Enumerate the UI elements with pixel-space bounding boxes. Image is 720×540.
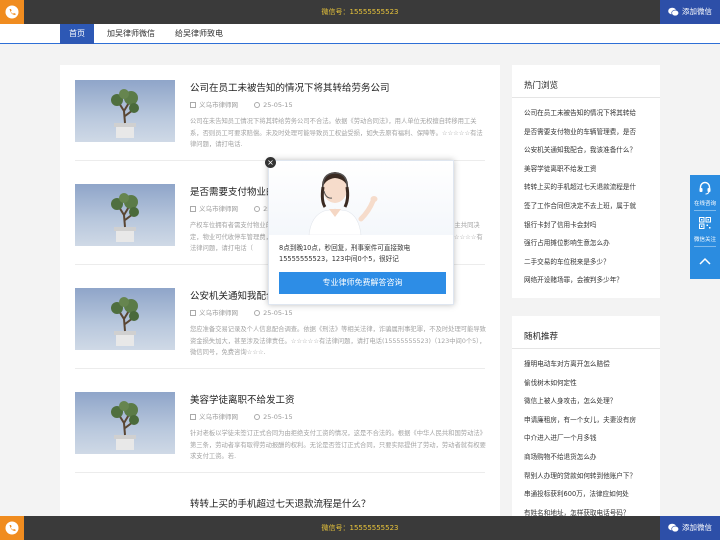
article-meta: 义乌市律师网 25-05-15: [190, 411, 307, 421]
article-meta: 义乌市律师网 25-05-15: [190, 307, 307, 317]
add-wechat-button[interactable]: 添加微信: [660, 516, 720, 540]
list-item[interactable]: 网络开设赌场罪，会被判多少年？: [524, 271, 648, 290]
clock-icon: [254, 206, 261, 212]
article-thumbnail[interactable]: [75, 392, 175, 454]
divider: [512, 97, 660, 98]
article-thumbnail[interactable]: [75, 80, 175, 142]
folder-icon: [190, 414, 196, 420]
list-item[interactable]: 公司在员工未被告知的情况下将其转给: [524, 104, 648, 123]
free-consult-button[interactable]: 专业律师免费解答咨询: [279, 272, 446, 294]
list-item[interactable]: 银行卡封了信用卡会封吗: [524, 216, 648, 235]
list-item[interactable]: 帮别人办理的贷款如何转到他账户下？: [524, 467, 648, 486]
wechat-follow-button[interactable]: 微信关注: [690, 211, 720, 245]
nav-item-add-wechat[interactable]: 加吴律师微信: [100, 24, 162, 44]
wechat-number-text: 微信号：15555555523: [321, 8, 399, 16]
list-item[interactable]: 商场购物不给退货怎么办: [524, 448, 648, 467]
list-item[interactable]: 签了工作合同但决定不去上班，属于就: [524, 197, 648, 216]
article-source[interactable]: 义乌市律师网: [199, 309, 238, 317]
wechat-number-text: 微信号：15555555523: [321, 524, 399, 532]
sidebar-hot: 热门浏览 公司在员工未被告知的情况下将其转给 是否需要支付物业的车辆管理费，是否…: [512, 65, 660, 298]
nav-item-home[interactable]: 首页: [60, 24, 94, 44]
folder-icon: [190, 102, 196, 108]
floating-toolbar: 在线咨询 微信关注: [690, 175, 720, 279]
close-icon[interactable]: ×: [265, 157, 276, 168]
article-title[interactable]: 公司在员工未被告知的情况下将其转给劳务公司: [190, 80, 390, 94]
qr-code-icon: [699, 217, 711, 229]
customer-service-agent-icon: [308, 172, 378, 235]
main-nav: 首页 加吴律师微信 给吴律师致电: [0, 24, 720, 44]
wechat-icon: [668, 7, 679, 17]
sidebar-random: 随机推荐 撞明电动车对方离开怎么赔偿 偷伐树木如何定性 微信上被人身攻击，怎么处…: [512, 316, 660, 517]
clock-icon: [254, 414, 261, 420]
article-source[interactable]: 义乌市律师网: [199, 205, 238, 213]
article-excerpt: 公司在未告知员工情况下将其转给劳务公司不合法。依据《劳动合同法》，用人单位无权擅…: [190, 118, 483, 148]
bottom-bar: 微信号：15555555523 添加微信: [0, 516, 720, 540]
list-item[interactable]: 申请廉租房，有一个女儿，夫妻没有房: [524, 411, 648, 430]
article-source[interactable]: 义乌市律师网: [199, 413, 238, 421]
add-wechat-label: 添加微信: [682, 523, 712, 532]
article-thumbnail[interactable]: [75, 288, 175, 350]
list-item[interactable]: 公司在员工未被告知的情况下将其转给劳务公司 义乌市律师网 25-05-15 公司…: [75, 65, 485, 161]
article-date: 25-05-15: [263, 309, 293, 317]
list-item[interactable]: 公安机关通知我配合，我该准备什么？: [524, 141, 648, 160]
wechat-follow-label: 微信关注: [693, 237, 716, 243]
popup-message: 8点到晚10点，秒回复，刑事案件可直接致电15555555523，123中间0个…: [279, 244, 411, 263]
add-wechat-label: 添加微信: [682, 7, 712, 16]
bonsai-image-icon: [111, 401, 139, 450]
article-date: 25-05-15: [263, 101, 293, 109]
chevron-up-icon: [699, 257, 711, 265]
article-excerpt: 您应准备交易记录及个人信息配合调查。依据《刑法》等相关法律，诈骗属刑事犯罪，不及…: [190, 326, 486, 356]
article-date: 25-05-15: [263, 413, 293, 421]
list-item[interactable]: 转转上买的手机超过七天退款流程是什: [524, 178, 648, 197]
article-excerpt: 针对老板以学徒未签订正式合同为由拒绝支付工资的情况，这是不合法的。根据《中华人民…: [190, 430, 486, 460]
bonsai-image-icon: [111, 89, 139, 138]
sidebar-random-title: 随机推荐: [524, 332, 559, 342]
headset-icon: [699, 181, 711, 195]
online-consult-label: 在线咨询: [693, 201, 716, 207]
list-item[interactable]: 强行占用摊位影响生意怎么办: [524, 234, 648, 253]
online-consult-button[interactable]: 在线咨询: [690, 175, 720, 209]
customer-service-image: [269, 161, 453, 235]
list-item[interactable]: 是否需要支付物业的车辆管理费，是否: [524, 123, 648, 142]
list-item[interactable]: 二手交易的车位税来是多少？: [524, 253, 648, 272]
article-thumbnail[interactable]: [75, 184, 175, 246]
article-title[interactable]: 美容学徒离职不给发工资: [190, 392, 295, 406]
top-bar: 微信号：15555555523 添加微信: [0, 0, 720, 24]
list-item[interactable]: 撞明电动车对方离开怎么赔偿: [524, 355, 648, 374]
back-to-top-button[interactable]: [690, 247, 720, 279]
article-title[interactable]: 转转上买的手机超过七天退款流程是什么？: [190, 496, 371, 510]
list-item[interactable]: 串通投标获利600万，法律应如何处: [524, 485, 648, 504]
list-item[interactable]: 中介进入进厂一个月多钱: [524, 429, 648, 448]
bonsai-image-icon: [111, 297, 139, 346]
article-source[interactable]: 义乌市律师网: [199, 101, 238, 109]
list-item[interactable]: 偷伐树木如何定性: [524, 374, 648, 393]
folder-icon: [190, 310, 196, 316]
wechat-icon: [668, 523, 679, 533]
folder-icon: [190, 206, 196, 212]
list-item[interactable]: 美容学徒离职不给发工资: [524, 160, 648, 179]
clock-icon: [254, 310, 261, 316]
bonsai-image-icon: [111, 193, 139, 242]
list-item[interactable]: 微信上被人身攻击，怎么处理？: [524, 392, 648, 411]
list-item[interactable]: 美容学徒离职不给发工资 义乌市律师网 25-05-15 针对老板以学徒未签订正式…: [75, 377, 486, 473]
hot-list: 公司在员工未被告知的情况下将其转给 是否需要支付物业的车辆管理费，是否 公安机关…: [524, 104, 648, 290]
list-item[interactable]: 转转上买的手机超过七天退款流程是什么？: [75, 481, 485, 516]
nav-item-call-lawyer[interactable]: 给吴律师致电: [168, 24, 230, 44]
sidebar-hot-title: 热门浏览: [524, 81, 559, 91]
divider: [512, 348, 660, 349]
article-meta: 义乌市律师网 25-05-15: [190, 99, 307, 109]
random-list: 撞明电动车对方离开怎么赔偿 偷伐树木如何定性 微信上被人身攻击，怎么处理？ 申请…: [524, 355, 648, 522]
add-wechat-button[interactable]: 添加微信: [660, 0, 720, 24]
consult-popup: × 8点到晚10点，秒回复，刑事案件可直接致电15555555523，123中间…: [265, 157, 454, 305]
clock-icon: [254, 102, 261, 108]
